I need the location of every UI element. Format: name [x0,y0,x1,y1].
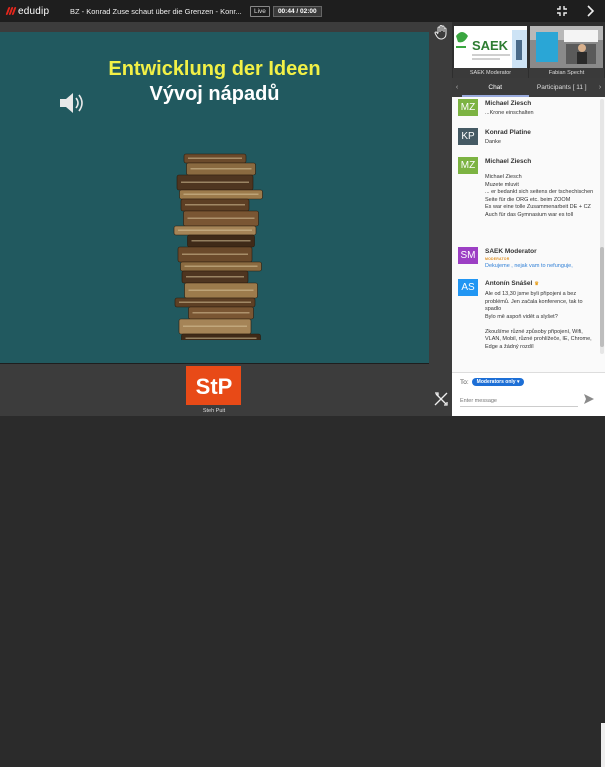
message-author: Michael Ziesch [485,100,532,107]
avatar: KP [458,128,478,145]
camera-fabian-specht[interactable] [530,26,603,68]
raise-hand-icon[interactable] [433,24,449,40]
panel-tabs: ‹ Chat Participants [ 11 ] › [452,78,605,97]
svg-text:StP: StP [195,374,232,399]
edudip-logo: edudip [0,6,62,17]
camera-area: SAEK SAEK Moderator Fabian Specht [452,22,605,78]
tab-chat[interactable]: Chat [462,78,529,97]
side-panel: SAEK SAEK Moderator Fabian Specht ‹ Chat [452,22,605,767]
tab-participants[interactable]: Participants [ 11 ] [529,78,596,97]
message-author: Konrad Platine [485,129,531,136]
collapse-panel-icon[interactable] [583,4,597,18]
moderator-role-badge: MODERATOR [485,257,510,261]
top-bar: edudip BZ - Konrad Zuse schaut über die … [0,0,605,22]
tabs-right-arrow-icon[interactable]: › [595,78,605,97]
logo-text: edudip [18,5,50,17]
avatar: SM [458,247,478,264]
message-text: Dekujeme , nejak vam to nefunguje, [485,263,573,269]
slide-heading-german: Entwicklung der Ideen [108,58,321,80]
presentation-stage: Entwicklung der Ideen Vývoj nápadů StP S… [0,22,452,416]
session-timer: 00:44 / 02:00 [272,5,322,17]
live-badge: Live [250,5,270,17]
message-text: Michael Ziesch Muzete mluvit ... er beda… [485,174,594,218]
avatar: MZ [458,157,478,174]
avatar: AS [458,279,478,296]
svg-text:SAEK: SAEK [472,38,509,53]
camera-saek-moderator[interactable]: SAEK [454,26,527,68]
chat-message: MZ Michael Ziesch Michael Ziesch Muzete … [458,157,596,219]
crown-icon: ♛ [534,281,539,287]
chat-message: MZ Michael Ziesch ...Krone einschalten [458,99,596,118]
edudip-logo-icon [5,6,17,16]
presenter-logo: StP [195,374,232,399]
chat-scrollbar[interactable] [600,99,604,354]
stage-toolbar [429,22,452,416]
tabs-left-arrow-icon[interactable]: ‹ [452,78,462,97]
speaker-icon[interactable] [56,88,86,118]
message-text: Ale od 13,30 jsme byli připojeni a bez p… [485,291,592,350]
message-text: Danke [485,139,501,145]
message-author: Michael Ziesch [485,158,532,165]
chat-scroll-thumb[interactable] [600,247,604,347]
chat-message: SM SAEK Moderator MODERATOR Dekujeme , n… [458,247,596,271]
camera-label: SAEK Moderator [453,68,528,78]
message-input[interactable] [460,395,578,407]
presenter-tile[interactable]: StP [186,366,241,405]
message-text: ...Krone einschalten [485,110,534,116]
presenter-strip: StP Steh Puit [0,363,429,416]
to-label: To: [460,378,469,386]
recipient-row: To: Moderators only ▾ [460,378,525,386]
avatar: MZ [458,99,478,116]
webinar-title: BZ - Konrad Zuse schaut über die Grenzen… [70,6,242,16]
book-stack-image [173,153,263,340]
chat-message: KP Konrad Platine Danke [458,128,596,147]
camera-label: Fabian Specht [529,68,604,78]
fullscreen-icon[interactable] [555,4,569,18]
recipient-select[interactable]: Moderators only ▾ [471,378,525,386]
message-composer: To: Moderators only ▾ [452,372,605,767]
presentation-slide: Entwicklung der Ideen Vývoj nápadů [0,32,429,374]
panel-scrollbar[interactable] [601,723,605,767]
message-author: SAEK Moderator [485,248,537,255]
chat-messages[interactable]: MZ Michael Ziesch ...Krone einschalten K… [452,97,605,372]
send-icon[interactable] [583,393,595,405]
message-author: Antonín Snášel ♛ [485,280,539,287]
presenter-name: Steh Puit [202,408,226,414]
tools-icon[interactable] [433,391,449,407]
chat-message: AS Antonín Snášel ♛ Ale od 13,30 jsme byl… [458,279,596,351]
